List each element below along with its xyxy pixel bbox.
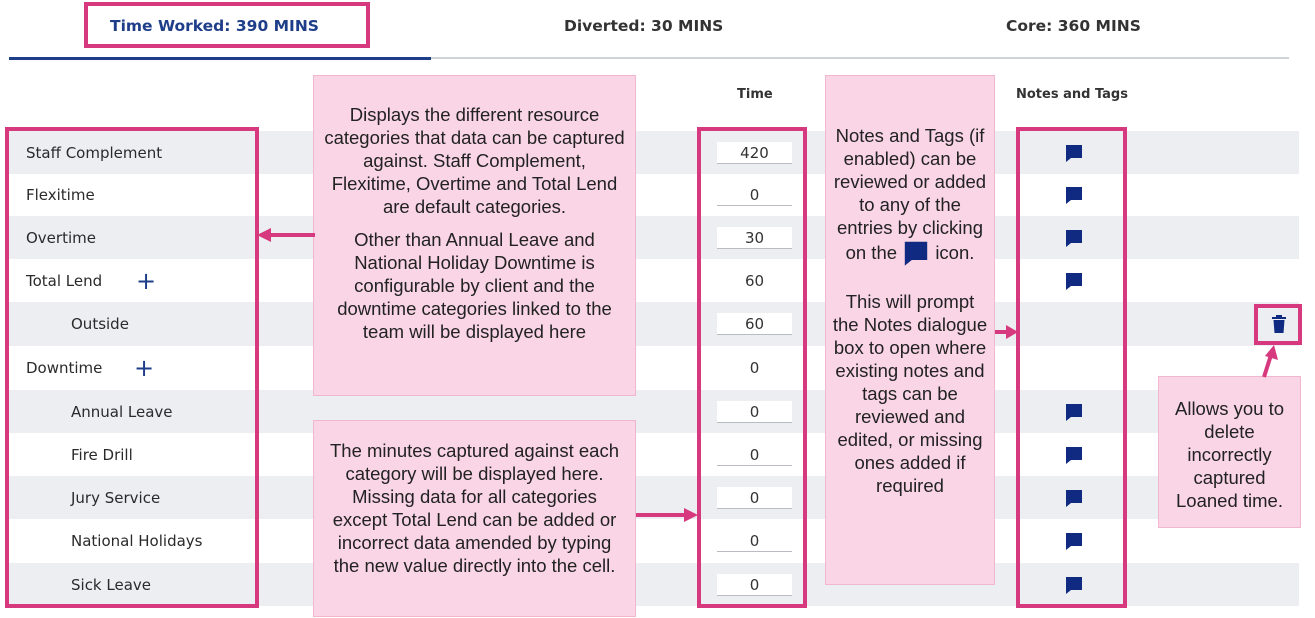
arrow-to-notes-column	[995, 325, 1018, 339]
annotation-delete-text: Allows you to delete incorrectly capture…	[1175, 398, 1284, 511]
highlight-notes-column	[1016, 127, 1127, 608]
annotation-notes-text-2: This will prompt the Notes dialogue box …	[832, 291, 988, 496]
arrow-to-categories	[257, 228, 315, 242]
arrow-to-time-column	[636, 508, 698, 522]
tab-diverted[interactable]: Diverted: 30 MINS	[564, 17, 723, 35]
annotation-delete: Allows you to delete incorrectly capture…	[1158, 376, 1301, 528]
annotation-minutes-text: The minutes captured against each catego…	[330, 440, 619, 576]
column-header-notes: Notes and Tags	[1016, 87, 1128, 102]
highlight-delete	[1254, 304, 1302, 345]
annotation-categories: Displays the different resource categori…	[313, 75, 636, 396]
annotation-notes: Notes and Tags (if enabled) can be revie…	[825, 75, 995, 585]
note-icon	[904, 241, 928, 266]
annotation-categories-text-1: Displays the different resource categori…	[324, 104, 625, 217]
column-header-time: Time	[737, 87, 773, 102]
tab-active-indicator	[9, 57, 431, 60]
arrow-to-delete	[1262, 345, 1278, 378]
tab-core[interactable]: Core: 360 MINS	[1006, 17, 1141, 35]
annotation-categories-text-2: Other than Annual Leave and National Hol…	[337, 229, 612, 342]
annotation-notes-text-1b: icon.	[935, 242, 975, 263]
annotation-minutes: The minutes captured against each catego…	[313, 420, 636, 617]
highlight-time-worked-tab	[84, 2, 370, 48]
annotation-notes-text-1: Notes and Tags (if enabled) can be revie…	[832, 124, 988, 267]
highlight-time-column	[697, 127, 807, 608]
highlight-categories	[5, 127, 259, 608]
